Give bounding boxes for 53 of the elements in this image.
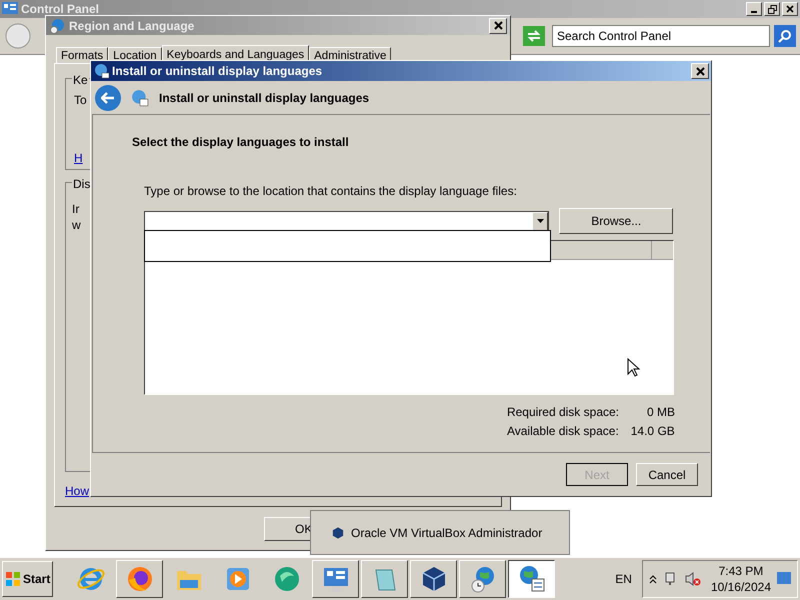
chevron-up-icon[interactable] bbox=[648, 574, 657, 584]
clock-date: 10/16/2024 bbox=[710, 579, 771, 595]
close-button[interactable] bbox=[782, 2, 798, 16]
back-arrow-icon bbox=[101, 92, 115, 104]
window-title: Install or uninstall display languages bbox=[112, 63, 322, 80]
browse-button[interactable]: Browse... bbox=[559, 208, 673, 234]
back-button[interactable] bbox=[95, 84, 121, 110]
group-text: w bbox=[72, 217, 81, 234]
close-button[interactable] bbox=[489, 18, 507, 34]
muted-speaker-icon[interactable] bbox=[684, 571, 701, 587]
dropdown-arrow-icon bbox=[536, 219, 544, 223]
instruction-text: Select the display languages to install bbox=[132, 134, 350, 151]
disk-space-label: Required disk space: bbox=[506, 404, 619, 421]
minimize-button[interactable] bbox=[746, 2, 762, 16]
close-icon bbox=[786, 5, 794, 13]
disk-space-label: Available disk space: bbox=[506, 423, 619, 440]
globe-icon bbox=[49, 18, 65, 34]
cube-icon bbox=[331, 526, 345, 540]
disk-space-value: 0 MB bbox=[646, 404, 675, 421]
refresh-icon[interactable] bbox=[523, 26, 545, 46]
language-indicator[interactable]: EN bbox=[615, 570, 632, 588]
search-icon bbox=[778, 29, 792, 43]
close-icon bbox=[696, 66, 704, 76]
close-icon bbox=[494, 21, 502, 30]
tooltip-text: Oracle VM VirtualBox Administrador bbox=[351, 524, 542, 542]
location-dropdown[interactable] bbox=[144, 210, 550, 232]
windows-logo-icon bbox=[5, 571, 21, 587]
close-button[interactable] bbox=[691, 63, 709, 79]
help-link[interactable]: How bbox=[65, 482, 90, 500]
window-title: Region and Language bbox=[69, 18, 194, 35]
globe-icon bbox=[93, 63, 109, 79]
globe-icon bbox=[131, 88, 149, 106]
control-panel-icon bbox=[2, 2, 18, 16]
clock[interactable]: 7:43 PM 10/16/2024 bbox=[710, 563, 771, 595]
dialog-button[interactable]: Cancel bbox=[636, 463, 698, 486]
minimize-icon bbox=[751, 11, 757, 13]
search-button[interactable] bbox=[774, 25, 796, 47]
search-field[interactable]: Search Control Panel bbox=[552, 25, 770, 47]
cursor-icon bbox=[627, 358, 641, 378]
show-desktop-icon[interactable] bbox=[777, 572, 791, 586]
dialog-heading: Install or uninstall display languages bbox=[159, 90, 370, 106]
group-text: Ir bbox=[72, 201, 80, 218]
group-text: To bbox=[74, 92, 87, 110]
start-button[interactable]: Start bbox=[2, 561, 54, 597]
restore-icon bbox=[768, 4, 776, 14]
location-label: Type or browse to the location that contains the display language files: bbox=[144, 183, 518, 200]
taskbar-app[interactable] bbox=[508, 560, 556, 598]
tab[interactable]: Formats bbox=[56, 47, 108, 64]
window-title: Control Panel bbox=[21, 1, 100, 18]
disk-space-value: 14.0 GB bbox=[630, 423, 675, 440]
restore-button[interactable] bbox=[764, 2, 780, 16]
help-link[interactable]: H bbox=[74, 149, 83, 168]
clock-time: 7:43 PM bbox=[718, 563, 764, 579]
